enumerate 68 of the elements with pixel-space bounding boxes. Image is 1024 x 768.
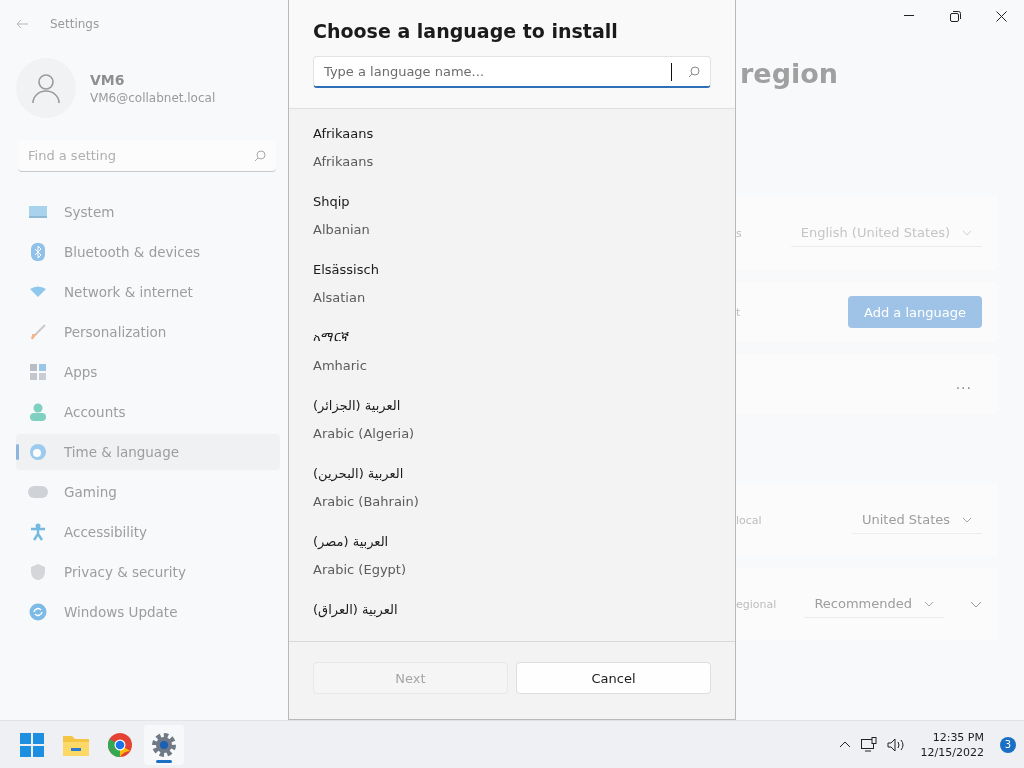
language-english-name[interactable]: Arabic (Bahrain) <box>313 487 711 515</box>
chevron-down-icon <box>962 229 972 236</box>
language-english-name[interactable]: Amharic <box>313 351 711 379</box>
windows-logo-icon[interactable] <box>20 732 44 757</box>
network-icon[interactable] <box>860 737 877 752</box>
nav-item[interactable]: Accessibility <box>16 514 280 550</box>
apps-icon <box>30 364 46 380</box>
language-native-name[interactable]: አማርኛ <box>313 323 711 351</box>
nav-item[interactable]: Apps <box>16 354 280 390</box>
page-title: region <box>740 58 839 91</box>
nav-item[interactable]: Personalization <box>16 314 280 350</box>
language-native-name[interactable]: العربية (العراق) <box>313 595 711 623</box>
language-english-name[interactable]: Arabic (Algeria) <box>313 419 711 447</box>
user-email: VM6@collabnet.local <box>90 90 216 105</box>
nav-item[interactable]: Gaming <box>16 474 280 510</box>
language-english-name[interactable]: Albanian <box>313 215 711 243</box>
minimize-icon[interactable] <box>904 15 914 17</box>
bluetooth-icon <box>31 243 45 261</box>
search-icon <box>254 149 266 162</box>
language-native-name[interactable]: العربية (البحرين) <box>313 459 711 487</box>
language-english-name[interactable]: Afrikaans <box>313 147 711 175</box>
update-icon <box>29 603 47 621</box>
dropdown[interactable]: United States <box>851 506 982 534</box>
brush-icon <box>30 324 46 340</box>
folder-icon[interactable] <box>63 733 89 756</box>
nav-item[interactable]: Windows Update <box>16 594 280 630</box>
user-name: VM6 <box>90 71 126 88</box>
language-native-name[interactable]: العربية (الجزائر) <box>313 391 711 419</box>
person-icon <box>32 73 60 103</box>
nav-item[interactable]: Accounts <box>16 394 280 430</box>
setting-label: egional <box>736 597 777 611</box>
gear-icon[interactable] <box>151 731 177 758</box>
notification-badge[interactable]: 3 <box>1000 736 1016 753</box>
monitor-icon <box>29 205 47 219</box>
chevron-down-icon <box>924 600 934 607</box>
speaker-icon[interactable] <box>886 737 905 752</box>
language-english-name[interactable]: Arabic (Egypt) <box>313 555 711 583</box>
chevron-down-icon[interactable] <box>970 600 982 608</box>
chevron-up-icon[interactable] <box>838 741 851 748</box>
setting-label: local <box>736 513 762 527</box>
wifi-icon <box>29 286 47 298</box>
shield-icon <box>30 563 46 581</box>
language-native-name[interactable]: Afrikaans <box>313 119 711 147</box>
language-search-field[interactable]: Type a language name... <box>313 56 711 88</box>
clock[interactable]: 12:35 PM 12/15/2022 <box>920 729 984 760</box>
chrome-icon[interactable] <box>108 732 132 757</box>
cancel-button[interactable]: Cancel <box>516 662 711 694</box>
setting-label: t <box>736 305 741 319</box>
taskbar-app[interactable] <box>144 724 184 765</box>
search-icon <box>688 65 700 78</box>
window-title: Settings <box>50 17 100 31</box>
nav-item[interactable]: Bluetooth & devices <box>16 234 280 270</box>
language-english-name[interactable]: Alsatian <box>313 283 711 311</box>
chevron-down-icon <box>962 516 972 523</box>
accessibility-icon <box>30 523 46 541</box>
close-icon[interactable] <box>995 10 1007 22</box>
nav-item[interactable]: System <box>16 194 280 230</box>
dropdown[interactable]: Recommended <box>804 590 944 618</box>
setting-label: s <box>736 226 742 240</box>
language-native-name[interactable]: Elsässisch <box>313 255 711 283</box>
person-icon <box>30 403 46 421</box>
restore-icon[interactable] <box>949 10 961 22</box>
nav-item[interactable]: Privacy & security <box>16 554 280 590</box>
language-native-name[interactable]: Shqip <box>313 187 711 215</box>
dialog-title: Choose a language to install <box>313 20 619 42</box>
more-options[interactable]: ... <box>955 376 972 392</box>
nav-item[interactable]: Network & internet <box>16 274 280 310</box>
language-native-name[interactable]: العربية (مصر) <box>313 527 711 555</box>
